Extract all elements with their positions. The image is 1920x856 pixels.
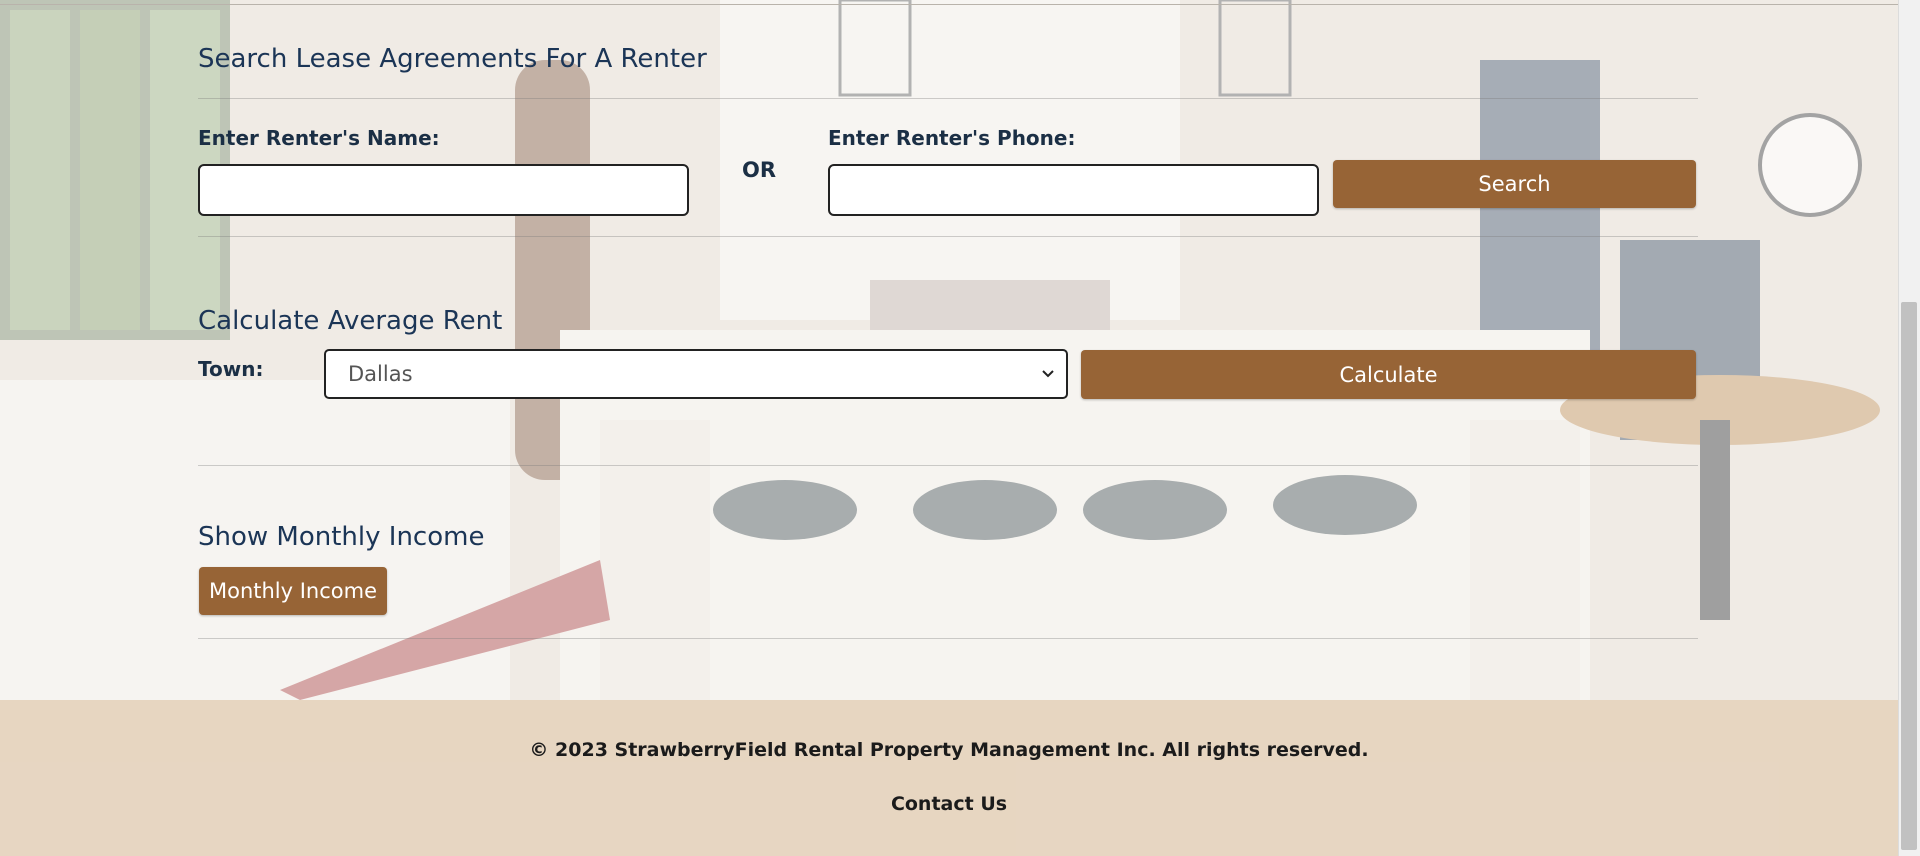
contact-us-link[interactable]: Contact Us <box>891 793 1007 815</box>
divider <box>198 98 1698 99</box>
scrollbar-thumb[interactable] <box>1901 302 1917 850</box>
renter-phone-label: Enter Renter's Phone: <box>828 126 1076 150</box>
town-select-value: Dallas <box>348 362 413 386</box>
footer-copyright: © 2023 StrawberryField Rental Property M… <box>529 739 1369 761</box>
main-content: Search Lease Agreements For A Renter Ent… <box>0 0 1898 856</box>
renter-phone-input[interactable] <box>828 164 1319 216</box>
renter-name-label: Enter Renter's Name: <box>198 126 440 150</box>
monthly-income-section-title: Show Monthly Income <box>198 522 485 552</box>
divider <box>198 638 1698 639</box>
average-rent-section-title: Calculate Average Rent <box>198 306 503 336</box>
town-select[interactable]: Dallas <box>324 349 1068 399</box>
renter-name-input[interactable] <box>198 164 689 216</box>
divider <box>198 236 1698 237</box>
town-label: Town: <box>198 357 264 381</box>
search-section-title: Search Lease Agreements For A Renter <box>198 44 707 74</box>
or-label: OR <box>742 158 777 182</box>
divider <box>198 465 1698 466</box>
search-button[interactable]: Search <box>1333 160 1696 208</box>
calculate-button[interactable]: Calculate <box>1081 350 1696 399</box>
monthly-income-button[interactable]: Monthly Income <box>199 567 387 615</box>
chevron-down-icon <box>1042 370 1054 378</box>
footer-contact: Contact Us <box>0 793 1898 815</box>
vertical-scrollbar[interactable] <box>1898 0 1920 856</box>
